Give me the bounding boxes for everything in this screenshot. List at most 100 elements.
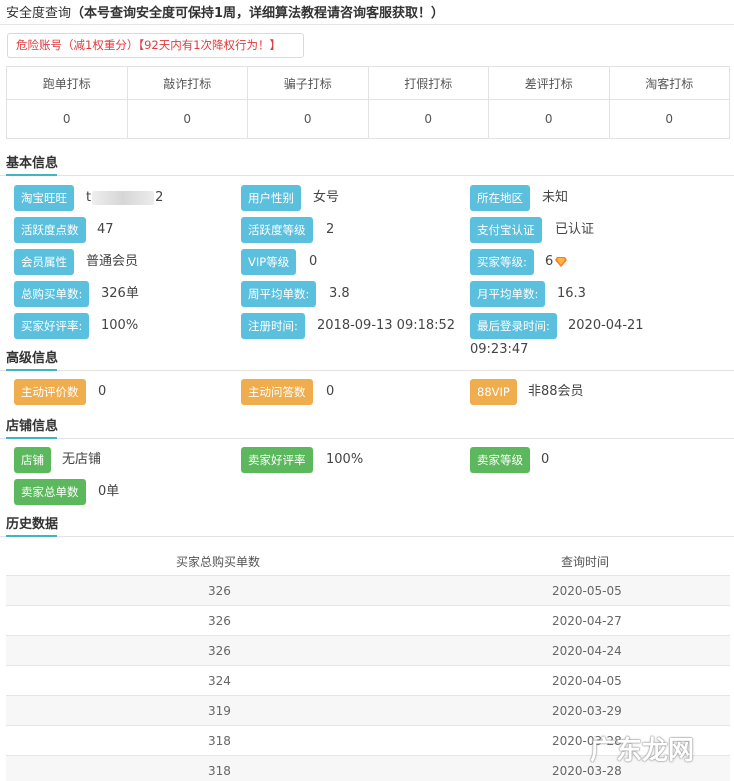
taobao-value: t2: [86, 190, 163, 206]
history-date: 2020-04-24: [552, 644, 622, 658]
divider: [0, 24, 734, 25]
flag-value-row: 0 0 0 0 0 0: [6, 99, 730, 139]
history-col-orders: 买家总购买单数: [176, 555, 261, 569]
monthly-avg-value: 16.3: [557, 286, 586, 301]
taobao-prefix: t: [86, 190, 92, 205]
active-question-value: 0: [326, 384, 335, 399]
history-orders: 319: [208, 704, 231, 718]
history-orders: 324: [208, 674, 231, 688]
activity-level-label: 活跃度等级: [241, 217, 313, 243]
last-login-date: 2020-04-21: [568, 318, 644, 333]
buyer-rate-label: 买家好评率:: [14, 313, 90, 339]
history-date: 2020-05-05: [552, 584, 622, 598]
flag-value-scam: 0: [247, 99, 369, 139]
blurred-username: [92, 190, 155, 205]
vip88-label: 88VIP: [470, 379, 517, 405]
flag-value-bad-review: 0: [488, 99, 610, 139]
seller-orders-value: 0单: [98, 484, 120, 499]
danger-account-notice: 危险账号（减1权重分）【92天内有1次降权行为！】: [7, 33, 304, 58]
region-label: 所在地区: [470, 185, 530, 211]
table-row: 319 2020-03-29: [6, 695, 730, 725]
register-time-value: 2018-09-13 09:18:52: [317, 318, 456, 333]
activity-level-value: 2: [326, 222, 335, 237]
flag-value-run: 0: [6, 99, 128, 139]
flag-header-counterfeit: 打假打标: [367, 66, 489, 100]
section-divider: [0, 175, 734, 176]
member-value: 普通会员: [86, 254, 139, 269]
shop-value: 无店铺: [62, 452, 102, 467]
register-time-label: 注册时间:: [241, 313, 305, 339]
flag-header-row: 跑单打标 敲诈打标 骗子打标 打假打标 差评打标 淘客打标: [6, 66, 730, 100]
table-row: 326 2020-05-05: [6, 575, 730, 605]
history-date: 2020-03-29: [552, 704, 622, 718]
shop-label: 店铺: [14, 447, 51, 473]
section-divider: [0, 370, 734, 371]
diamond-icon: [555, 256, 568, 267]
region-value: 未知: [542, 190, 569, 205]
page-title-text: 安全度查询: [6, 6, 72, 21]
history-orders: 326: [208, 584, 231, 598]
flag-header-affiliate: 淘客打标: [608, 66, 730, 100]
activity-points-label: 活跃度点数: [14, 217, 86, 243]
history-orders: 318: [208, 734, 231, 748]
section-accent: [6, 369, 57, 371]
alipay-label: 支付宝认证: [470, 217, 542, 243]
table-row: 324 2020-04-05: [6, 665, 730, 695]
buyer-level-label: 买家等级:: [470, 249, 534, 275]
total-orders-value: 326单: [101, 286, 139, 301]
seller-level-value: 0: [541, 452, 550, 467]
seller-rate-label: 卖家好评率: [241, 447, 313, 473]
page-subtitle: （本号查询安全度可保持1周，详细算法教程请咨询客服获取！）: [71, 6, 445, 21]
flag-header-run: 跑单打标: [6, 66, 128, 100]
section-divider: [0, 438, 734, 439]
weekly-avg-value: 3.8: [329, 286, 350, 301]
history-orders: 318: [208, 764, 231, 778]
history-date: 2020-04-05: [552, 674, 622, 688]
section-title-shop: 店铺信息: [6, 419, 59, 434]
history-orders: 326: [208, 614, 231, 628]
watermark: 广东龙网: [590, 736, 695, 766]
monthly-avg-label: 月平均单数:: [470, 281, 546, 307]
flag-header-scam: 骗子打标: [247, 66, 369, 100]
page-title: 安全度查询（本号查询安全度可保持1周，详细算法教程请咨询客服获取！）: [6, 2, 444, 21]
flag-value-extort: 0: [126, 99, 248, 139]
history-col-time: 查询时间: [561, 555, 610, 569]
section-title-basic: 基本信息: [6, 156, 59, 171]
flag-table: 跑单打标 敲诈打标 骗子打标 打假打标 差评打标 淘客打标 0 0 0 0 0 …: [6, 66, 730, 139]
total-orders-label: 总购买单数:: [14, 281, 90, 307]
seller-level-label: 卖家等级: [470, 447, 530, 473]
table-row: 326 2020-04-27: [6, 605, 730, 635]
history-date: 2020-04-27: [552, 614, 622, 628]
history-header: 买家总购买单数 查询时间: [6, 545, 730, 575]
gender-label: 用户性别: [241, 185, 301, 211]
flag-value-counterfeit: 0: [367, 99, 489, 139]
section-title-advanced: 高级信息: [6, 351, 59, 366]
alipay-value: 已认证: [555, 222, 595, 237]
vip-level-label: VIP等级: [241, 249, 297, 275]
last-login-time: 09:23:47: [470, 342, 529, 357]
weekly-avg-label: 周平均单数:: [241, 281, 317, 307]
seller-rate-value: 100%: [326, 452, 364, 467]
section-divider: [0, 536, 734, 537]
member-label: 会员属性: [14, 249, 74, 275]
vip88-value: 非88会员: [528, 384, 584, 399]
last-login-label: 最后登录时间:: [470, 313, 557, 339]
activity-points-value: 47: [97, 222, 114, 237]
flag-header-bad-review: 差评打标: [488, 66, 610, 100]
section-accent: [6, 437, 57, 439]
section-accent: [6, 174, 57, 176]
taobao-suffix: 2: [155, 190, 164, 205]
vip-level-value: 0: [309, 254, 318, 269]
buyer-rate-value: 100%: [101, 318, 139, 333]
buyer-level-value: 6: [545, 254, 568, 270]
flag-header-extort: 敲诈打标: [126, 66, 248, 100]
seller-orders-label: 卖家总单数: [14, 479, 86, 505]
taobao-label: 淘宝旺旺: [14, 185, 74, 211]
history-orders: 326: [208, 644, 231, 658]
table-row: 326 2020-04-24: [6, 635, 730, 665]
active-review-label: 主动评价数: [14, 379, 86, 405]
section-accent: [6, 535, 57, 537]
active-review-value: 0: [98, 384, 107, 399]
section-title-history: 历史数据: [6, 517, 59, 532]
gender-value: 女号: [313, 190, 340, 205]
